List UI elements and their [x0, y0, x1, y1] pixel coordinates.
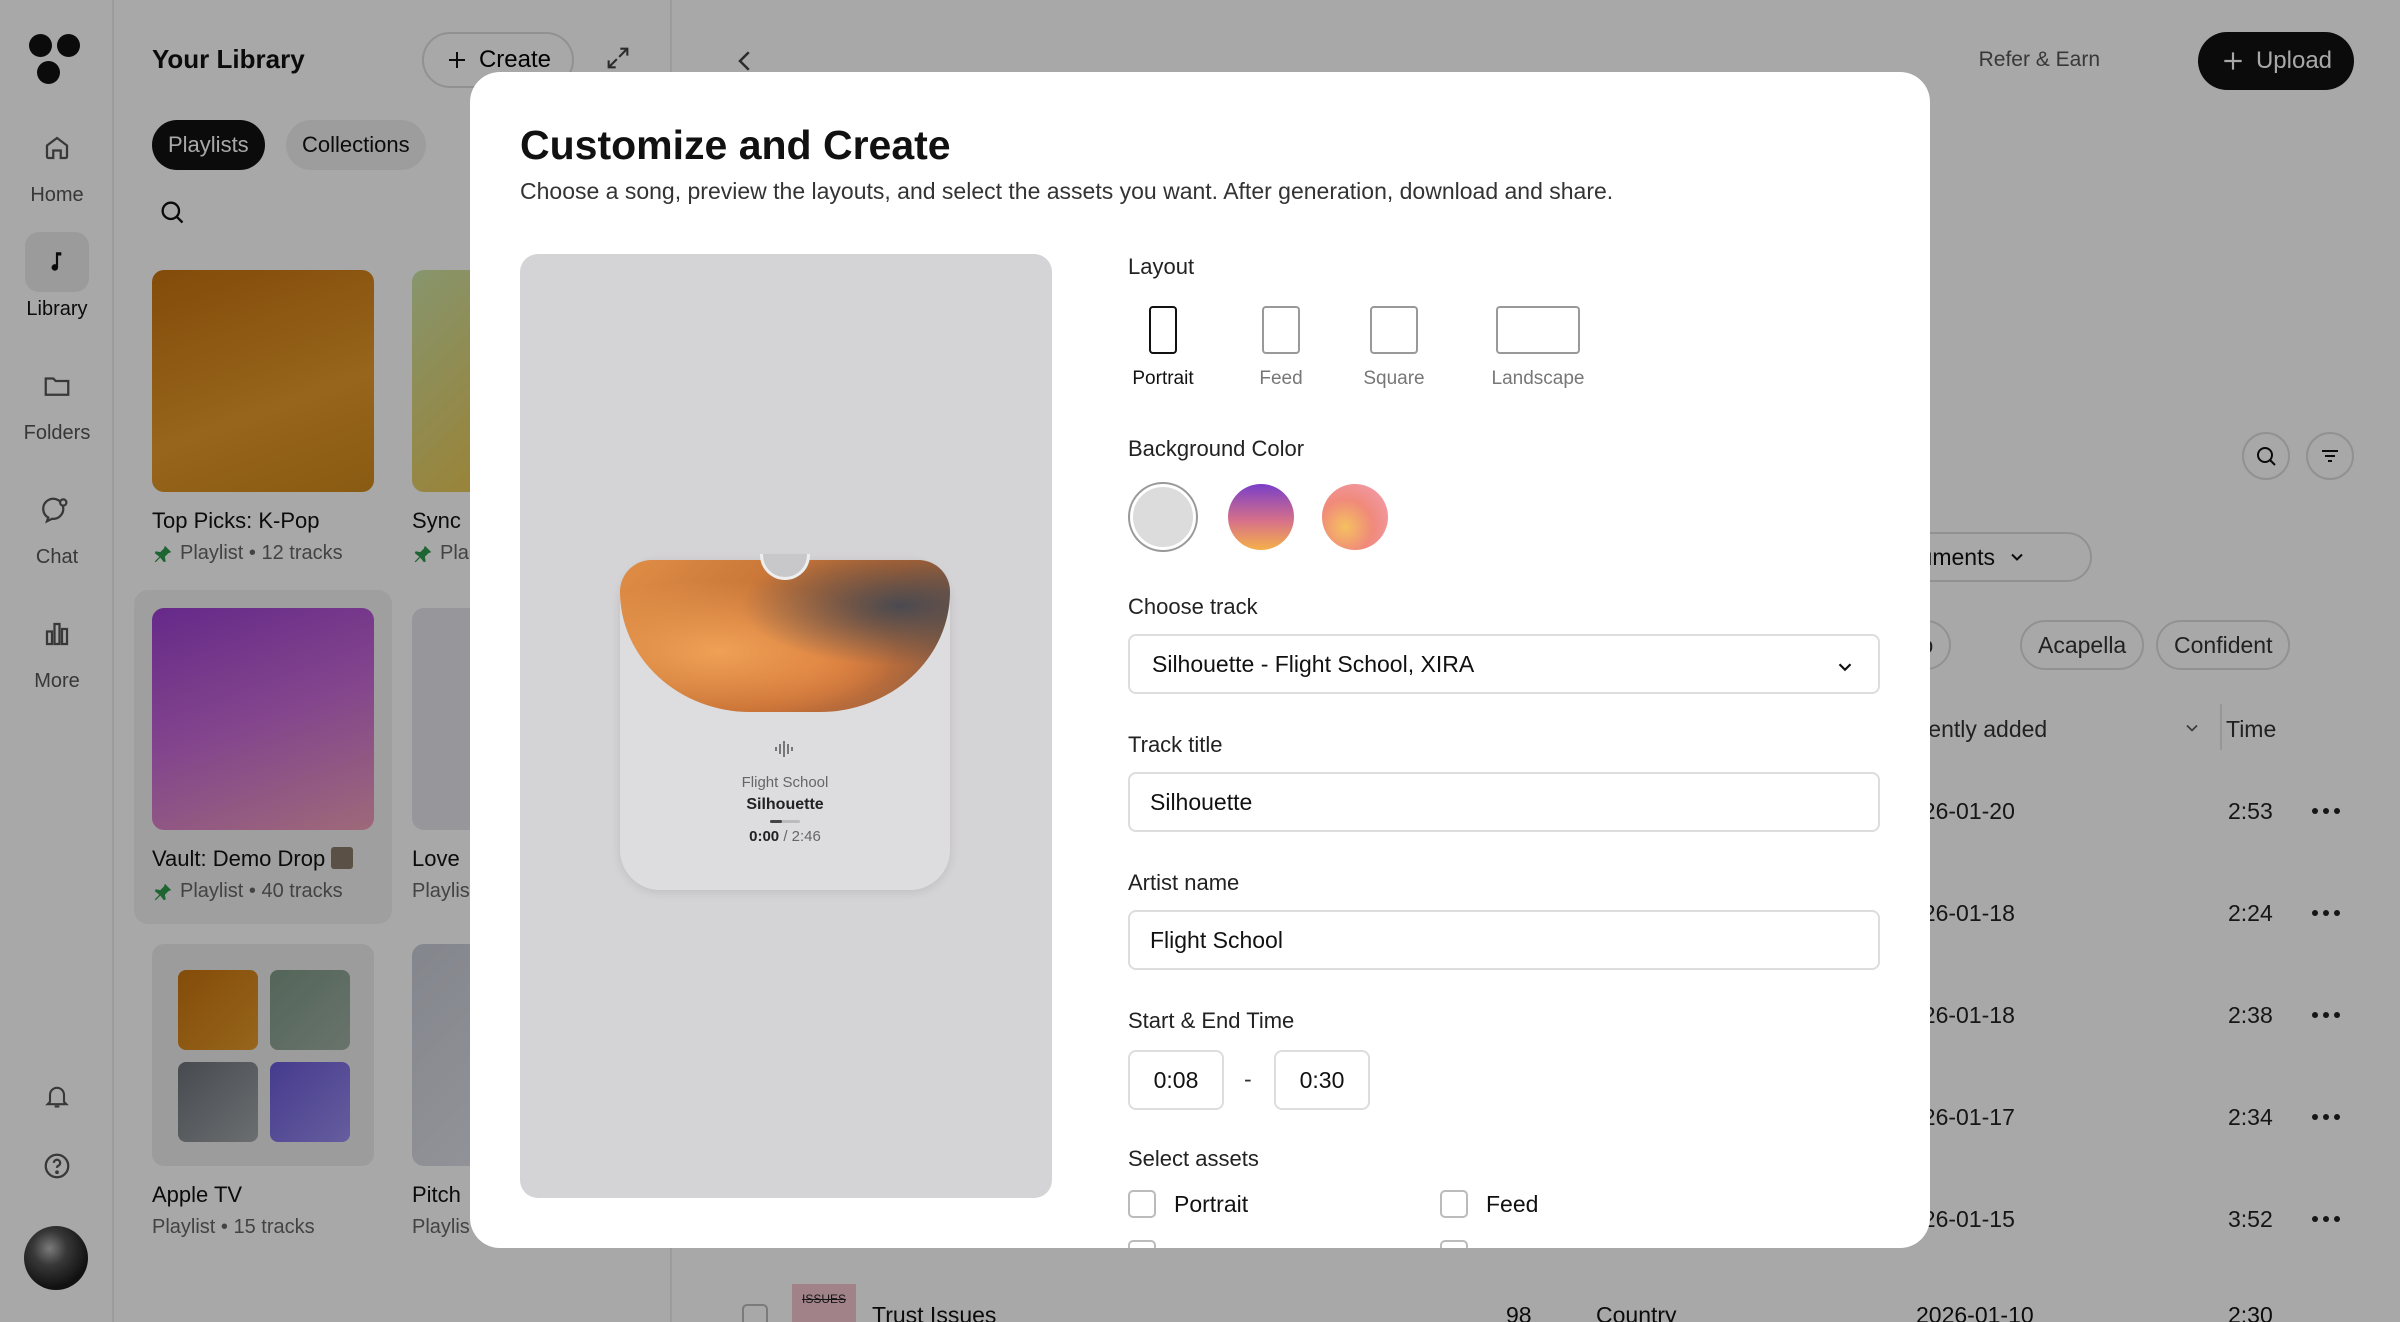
layout-option-label: Square: [1363, 368, 1425, 389]
artist-name-input[interactable]: [1128, 910, 1880, 970]
start-time-input[interactable]: [1128, 1050, 1224, 1110]
time-separator: -: [1244, 1066, 1252, 1092]
background-color-label: Background Color: [1128, 436, 1305, 461]
modal-subtitle: Choose a song, preview the layouts, and …: [520, 178, 1614, 204]
preview-artist: Flight School: [741, 774, 829, 791]
preview-time: 0:00 / 2:46: [749, 828, 821, 845]
portrait-layout-icon: [1149, 306, 1177, 354]
track-title-label: Track title: [1128, 732, 1223, 757]
track-select-value: Silhouette - Flight School, XIRA: [1152, 650, 1475, 677]
cover-artwork: [620, 560, 950, 712]
artist-name-label: Artist name: [1128, 870, 1240, 895]
swatch-sunset[interactable]: [1228, 484, 1294, 550]
layout-option-label: Feed: [1259, 368, 1303, 389]
layout-option-label: Landscape: [1491, 368, 1585, 389]
layout-option-portrait[interactable]: Portrait: [1128, 306, 1198, 390]
end-time-input[interactable]: [1274, 1050, 1370, 1110]
customize-create-modal: Customize and Create Choose a song, prev…: [470, 72, 1930, 1248]
asset-label: Feed: [1486, 1190, 1539, 1217]
select-assets-label: Select assets: [1128, 1146, 1259, 1171]
layout-option-square[interactable]: Square: [1356, 306, 1432, 390]
layout-label: Layout: [1128, 254, 1195, 279]
choose-track-label: Choose track: [1128, 594, 1258, 619]
asset-label: Portrait: [1174, 1190, 1249, 1217]
swatch-peach[interactable]: [1322, 484, 1388, 550]
layout-option-label: Portrait: [1132, 368, 1194, 389]
modal-title: Customize and Create: [520, 122, 951, 168]
preview-title: Silhouette: [746, 796, 824, 813]
track-select[interactable]: Silhouette - Flight School, XIRA: [1128, 634, 1880, 694]
preview-progress-bar: [770, 820, 800, 823]
layout-preview: Flight School Silhouette 0:00 / 2:46: [520, 254, 1052, 1198]
layout-option-feed[interactable]: Feed: [1246, 306, 1316, 390]
asset-checkbox-feed[interactable]: Feed: [1440, 1190, 1538, 1218]
square-layout-icon: [1370, 306, 1418, 354]
player-card-preview: Flight School Silhouette 0:00 / 2:46: [620, 554, 950, 890]
swatch-gray[interactable]: [1130, 484, 1196, 550]
track-title-input[interactable]: [1128, 772, 1880, 832]
asset-checkbox-portrait[interactable]: Portrait: [1128, 1190, 1248, 1218]
asset-checkbox-partial[interactable]: [1128, 1240, 1156, 1248]
layout-option-landscape[interactable]: Landscape: [1484, 306, 1592, 390]
landscape-layout-icon: [1496, 306, 1580, 354]
checkbox[interactable]: [1128, 1190, 1156, 1218]
waveform-icon: [620, 740, 950, 763]
start-end-time-label: Start & End Time: [1128, 1008, 1295, 1033]
feed-layout-icon: [1262, 306, 1300, 354]
chevron-down-icon: [1838, 663, 1852, 672]
asset-checkbox-partial[interactable]: [1440, 1240, 1468, 1248]
checkbox[interactable]: [1440, 1190, 1468, 1218]
